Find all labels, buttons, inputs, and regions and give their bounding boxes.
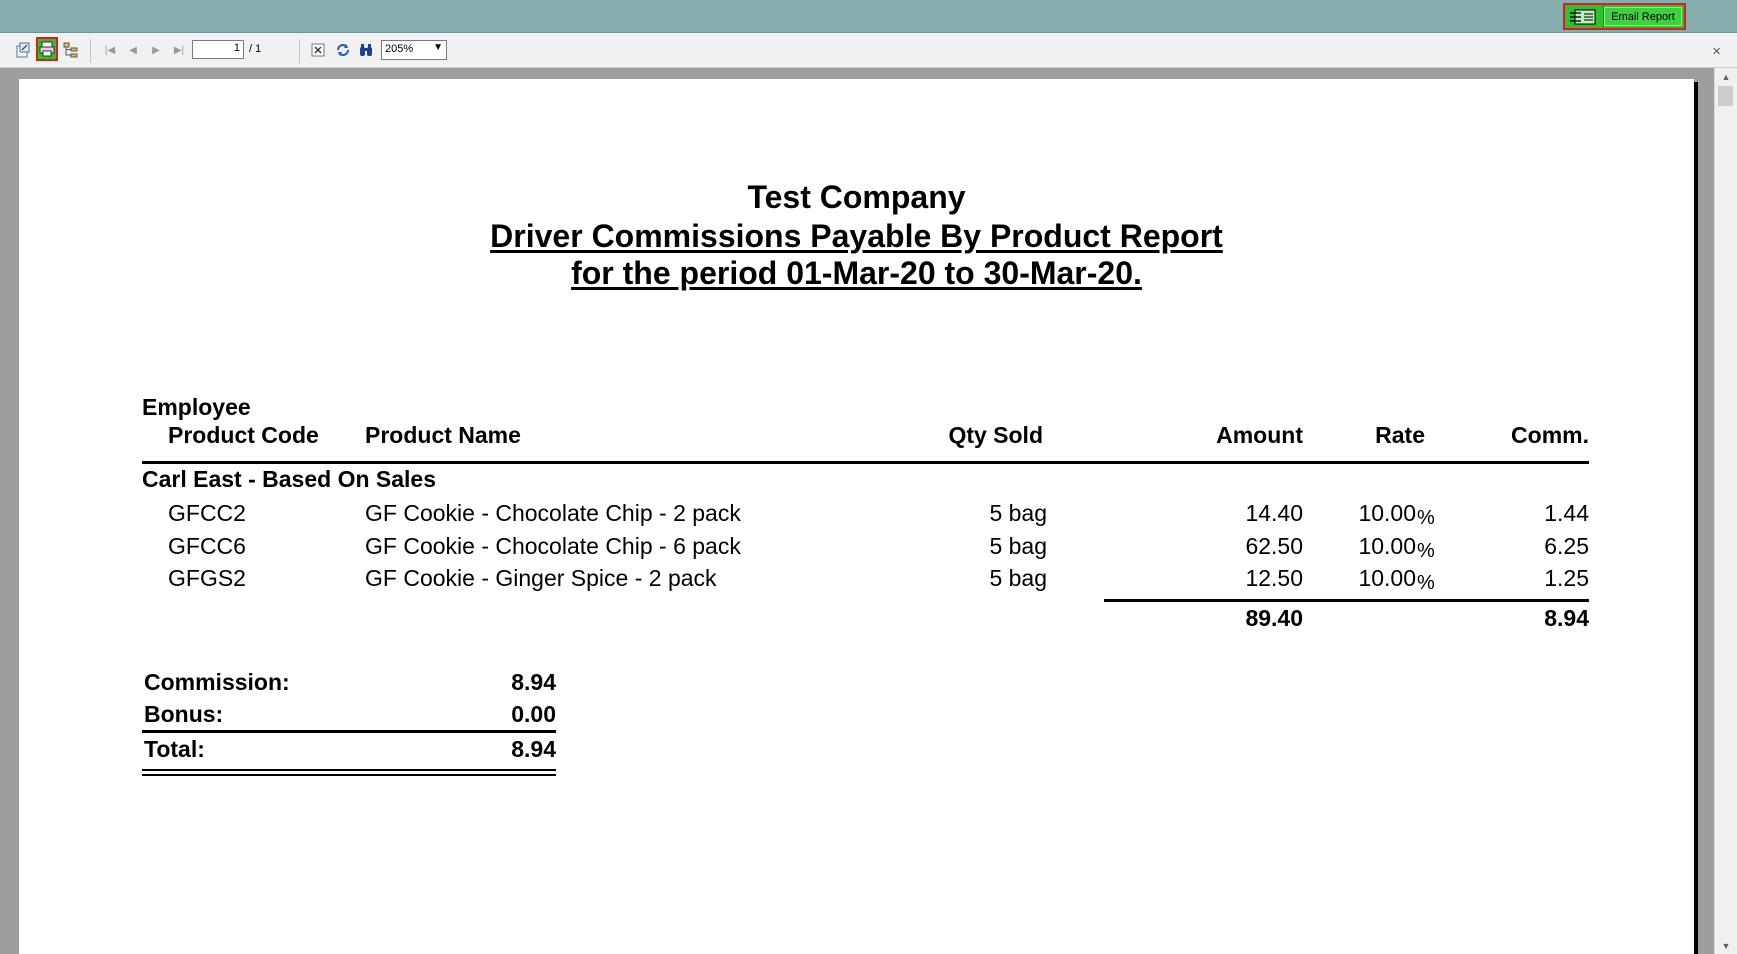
report-title-text: Driver Commissions Payable By Product Re…	[490, 218, 1223, 254]
scroll-up-icon[interactable]: ▲	[1715, 68, 1737, 85]
row-product-name: GF Cookie - Chocolate Chip - 6 pack	[365, 533, 741, 559]
header-rate: Rate	[1375, 422, 1425, 448]
row-comm: 1.44	[1544, 500, 1589, 526]
header-product-code: Product Code	[168, 422, 319, 448]
summary-total-value: 8.94	[511, 736, 556, 762]
company-name: Test Company	[747, 179, 966, 215]
zoom-select[interactable]: 205% ▼	[381, 40, 447, 60]
summary-bonus-label: Bonus:	[144, 701, 224, 727]
report-period: for the period 01-Mar-20 to 30-Mar-20.	[19, 255, 1694, 292]
row-product-name: GF Cookie - Ginger Spice - 2 pack	[365, 565, 717, 591]
row-rate-percent: %	[1417, 572, 1435, 594]
header-qty-sold: Qty Sold	[948, 422, 1043, 448]
row-amount: 62.50	[1245, 533, 1303, 559]
toolbar-separator	[90, 39, 91, 63]
row-rate-percent: %	[1417, 540, 1435, 562]
email-report-icon[interactable]	[1565, 5, 1604, 28]
subtotal-rule	[1104, 599, 1589, 602]
page-number-input[interactable]: 1	[192, 40, 244, 59]
employee-group-heading: Carl East - Based On Sales	[142, 466, 437, 492]
row-qty: 5 bag	[989, 500, 1047, 526]
row-product-code: GFGS2	[168, 565, 246, 591]
next-page-icon[interactable]: ▶	[147, 41, 165, 59]
row-rate: 10.00	[1358, 565, 1416, 591]
header-comm: Comm.	[1511, 422, 1589, 448]
refresh-icon[interactable]	[334, 41, 352, 59]
report-viewer: Test Company Driver Commissions Payable …	[0, 68, 1714, 954]
viewer-toolbar: |◀ ◀ ▶ ▶| 1 / 1 205% ▼ ✕	[0, 33, 1737, 68]
scroll-down-icon[interactable]: ▼	[1715, 937, 1737, 954]
summary-rule	[142, 730, 556, 733]
summary-commission-value: 8.94	[511, 669, 556, 695]
row-qty: 5 bag	[989, 533, 1047, 559]
header-employee: Employee	[142, 394, 251, 420]
row-rate: 10.00	[1358, 500, 1416, 526]
first-page-icon[interactable]: |◀	[101, 41, 119, 59]
row-product-name: GF Cookie - Chocolate Chip - 2 pack	[365, 500, 741, 526]
double-rule-top	[142, 769, 556, 771]
row-rate: 10.00	[1358, 533, 1416, 559]
double-rule-bottom	[142, 774, 556, 776]
header-amount: Amount	[1216, 422, 1303, 448]
total-comm: 8.94	[1544, 605, 1589, 631]
email-report-control[interactable]: Email Report	[1563, 3, 1686, 30]
title-bar: Email Report	[0, 0, 1737, 33]
row-qty: 5 bag	[989, 565, 1047, 591]
page-total: / 1	[249, 43, 262, 55]
row-comm: 1.25	[1544, 565, 1589, 591]
scroll-thumb[interactable]	[1718, 86, 1733, 106]
close-icon[interactable]: ✕	[1712, 45, 1721, 58]
zoom-value: 205%	[385, 43, 414, 55]
header-underline	[142, 461, 1589, 464]
stop-icon[interactable]	[309, 41, 327, 59]
email-report-button[interactable]: Email Report	[1604, 7, 1682, 26]
row-amount: 12.50	[1245, 565, 1303, 591]
header-product-name: Product Name	[365, 422, 521, 448]
toolbar-separator	[299, 39, 300, 63]
total-amount: 89.40	[1245, 605, 1303, 631]
summary-total-label: Total:	[144, 736, 205, 762]
search-icon[interactable]	[357, 41, 375, 59]
row-amount: 14.40	[1245, 500, 1303, 526]
summary-commission-label: Commission:	[144, 669, 290, 695]
summary-bonus-value: 0.00	[511, 701, 556, 727]
report-page: Test Company Driver Commissions Payable …	[19, 79, 1694, 954]
export-icon[interactable]	[14, 41, 32, 59]
row-comm: 6.25	[1544, 533, 1589, 559]
row-product-code: GFCC2	[168, 500, 246, 526]
vertical-scrollbar[interactable]: ▲ ▼	[1714, 68, 1737, 954]
group-tree-icon[interactable]	[62, 41, 80, 59]
print-icon[interactable]	[36, 37, 58, 61]
prev-page-icon[interactable]: ◀	[124, 41, 142, 59]
row-rate-percent: %	[1417, 507, 1435, 529]
row-product-code: GFCC6	[168, 533, 246, 559]
chevron-down-icon[interactable]: ▼	[433, 42, 443, 53]
report-period-text: for the period 01-Mar-20 to 30-Mar-20.	[571, 255, 1142, 291]
last-page-icon[interactable]: ▶|	[170, 41, 188, 59]
report-title: Driver Commissions Payable By Product Re…	[19, 218, 1694, 255]
